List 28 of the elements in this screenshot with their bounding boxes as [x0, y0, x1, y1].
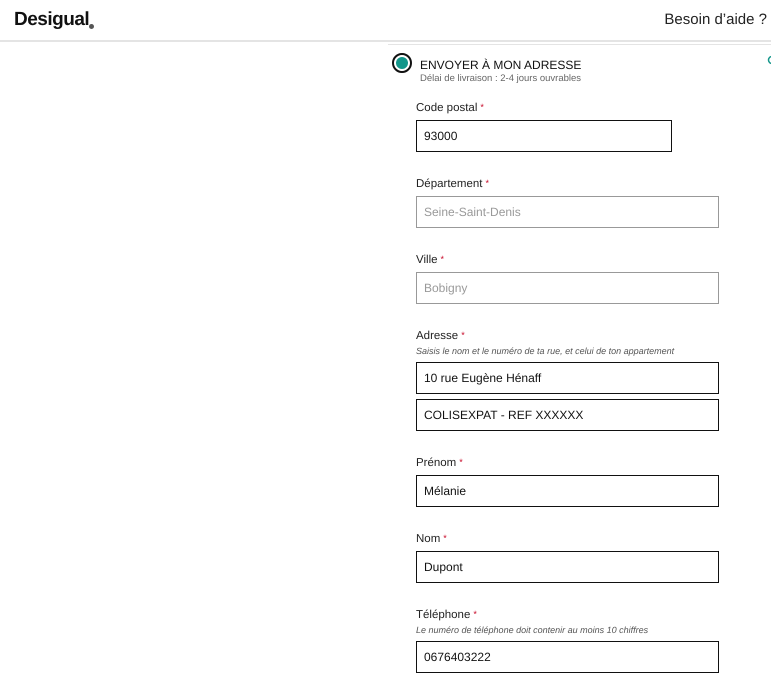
field-label: Téléphone: [416, 608, 470, 622]
required-mark: *: [480, 101, 484, 114]
field-hint: Saisis le nom et le numéro de ta rue, et celui de ton appartement: [416, 345, 676, 357]
registered-mark-icon: [89, 24, 94, 30]
field-label: Nom: [416, 532, 440, 546]
required-mark: *: [473, 608, 477, 621]
field-label: Département: [416, 177, 482, 191]
input-field[interactable]: Mélanie: [416, 475, 719, 507]
input-field[interactable]: 10 rue Eugène Hénaff: [416, 362, 719, 394]
field-label: Prénom: [416, 456, 456, 470]
required-mark: *: [459, 456, 463, 469]
required-mark: *: [461, 329, 465, 342]
input-field[interactable]: Dupont: [416, 551, 719, 583]
delivery-note: Délai de livraison : 2-4 jours ouvrables: [420, 73, 582, 85]
required-mark: *: [485, 177, 489, 190]
field-hint: Le numéro de téléphone doit contenir au moins 10 chiffres: [416, 624, 650, 636]
logo[interactable]: Desigual: [14, 6, 90, 34]
field-label: Ville: [416, 253, 438, 267]
radio-button[interactable]: [392, 53, 412, 73]
input-field[interactable]: 0676403222: [416, 641, 719, 673]
required-mark: *: [440, 253, 444, 266]
input-field[interactable]: COLISEXPAT - REF XXXXXX: [416, 399, 719, 431]
option-label: ENVOYER À MON ADRESSE: [420, 57, 582, 73]
field-label: Adresse: [416, 329, 458, 343]
required-mark: *: [443, 532, 447, 545]
field-label: Code postal: [416, 101, 478, 115]
input-field[interactable]: 93000: [416, 120, 672, 152]
help-link[interactable]: Besoin d’aide ?: [664, 8, 767, 32]
